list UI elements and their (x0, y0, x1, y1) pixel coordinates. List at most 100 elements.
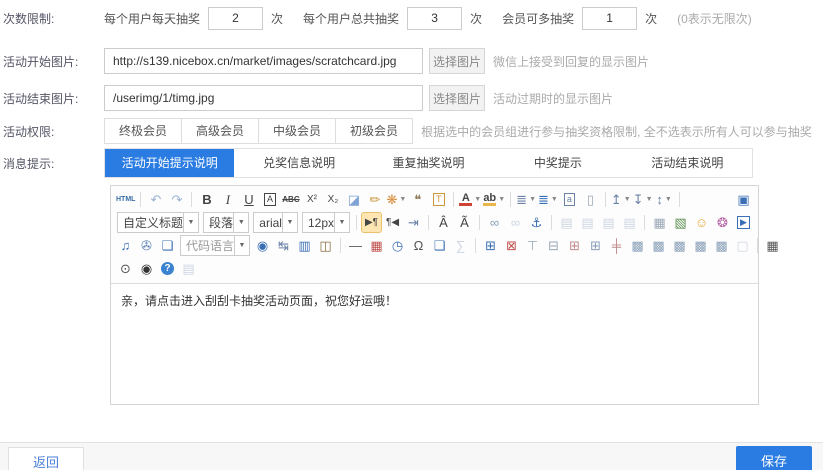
start-image-pick-button[interactable]: 选择图片 (429, 48, 485, 74)
link-icon[interactable]: ∞ (485, 213, 504, 232)
uppercase-icon[interactable]: Â (434, 213, 453, 232)
save-button[interactable]: 保存 (736, 446, 812, 470)
paragraph-select-value: 段落 (204, 214, 233, 231)
start-image-input[interactable] (104, 48, 423, 74)
dir-ltr-icon[interactable]: ▶¶ (362, 213, 381, 232)
heading-select[interactable]: 自定义标题▼ (117, 212, 199, 233)
message-tab-3[interactable]: 中奖提示 (493, 149, 622, 177)
split-cells-icon[interactable]: ╪ (607, 236, 626, 255)
back-button[interactable]: 返回 (8, 447, 84, 470)
chevron-down-icon[interactable]: ▼ (234, 236, 249, 255)
merge-cells-icon[interactable]: ⊟ (544, 236, 563, 255)
highlight-color-icon[interactable]: ab▼ (483, 190, 505, 209)
chevron-down-icon[interactable]: ▼ (233, 213, 248, 232)
member-extra-input[interactable] (582, 7, 637, 30)
new-doc-icon[interactable]: ▯ (581, 190, 600, 209)
italic-icon[interactable]: I (218, 190, 237, 209)
code-language-select-value: 代码语言 (181, 237, 234, 254)
web-app-icon[interactable]: ❑ (430, 236, 449, 255)
editor-content[interactable]: 亲，请点击进入刮刮卡抽奖活动页面，祝您好运哦！ (111, 284, 758, 404)
toolbar-separator (551, 215, 552, 230)
chevron-down-icon[interactable]: ▼ (334, 213, 349, 232)
paragraph-select[interactable]: 段落▼ (203, 212, 249, 233)
auto-typeset-icon[interactable]: ❋▼ (386, 190, 406, 209)
total-input[interactable] (407, 7, 462, 30)
underline-icon[interactable]: U (239, 190, 258, 209)
font-family-select[interactable]: arial▼ (253, 212, 298, 233)
strikethrough-icon[interactable]: ABC (281, 190, 300, 209)
table-props-icon[interactable]: ▩ (712, 236, 731, 255)
bold-icon[interactable]: B (197, 190, 216, 209)
message-tab-2[interactable]: 重复抽奖说明 (364, 149, 493, 177)
unordered-list-icon[interactable]: ≣▼ (538, 190, 558, 209)
snapshot-icon[interactable]: ◫ (316, 236, 335, 255)
print-icon[interactable]: ▦ (763, 236, 782, 255)
member-option-3[interactable]: 初级会员 (336, 119, 412, 143)
paragraph-before-icon[interactable]: ↥▼ (611, 190, 631, 209)
insert-row-icon[interactable]: ⊞ (565, 236, 584, 255)
merge-down-icon[interactable]: ▩ (649, 236, 668, 255)
format-brush-icon[interactable]: ✏ (365, 190, 384, 209)
chevron-down-icon[interactable]: ▼ (282, 213, 297, 232)
message-tab-4[interactable]: 活动结束说明 (623, 149, 752, 177)
message-tab-0[interactable]: 活动开始提示说明 (105, 149, 234, 177)
attachment-icon[interactable]: ✇ (137, 236, 156, 255)
fullscreen-icon[interactable]: ▣ (734, 190, 753, 209)
message-tab-1[interactable]: 兑奖信息说明 (234, 149, 363, 177)
member-option-1[interactable]: 高级会员 (182, 119, 259, 143)
indent-icon[interactable]: ⇥ (404, 213, 423, 232)
source-code-icon[interactable]: HTML (116, 190, 135, 209)
search-replace-icon[interactable]: ⊙ (116, 259, 135, 278)
time-icon[interactable]: ◷ (388, 236, 407, 255)
end-image-pick-button[interactable]: 选择图片 (429, 85, 485, 111)
code-language-select[interactable]: 代码语言▼ (180, 235, 250, 256)
merge-right-icon[interactable]: ▩ (628, 236, 647, 255)
blockquote-icon[interactable]: ❝ (408, 190, 427, 209)
emoji-icon[interactable]: ☺ (692, 213, 711, 232)
table-header-icon[interactable]: ⊤ (523, 236, 542, 255)
paragraph-after-icon[interactable]: ↧▼ (633, 190, 653, 209)
remove-format-icon[interactable]: ◪ (344, 190, 363, 209)
font-size-select[interactable]: 12px▼ (302, 212, 350, 233)
scrawl-icon[interactable]: ❂ (713, 213, 732, 232)
delete-table-icon[interactable]: ⊠ (502, 236, 521, 255)
anchor-ref-icon[interactable]: a (560, 190, 579, 209)
help-icon[interactable]: ? (158, 259, 177, 278)
end-image-input[interactable] (104, 85, 423, 111)
insert-code-icon[interactable]: ❏ (158, 236, 177, 255)
chevron-down-icon[interactable]: ▼ (183, 213, 198, 232)
paste-text-icon[interactable]: T (429, 190, 448, 209)
font-color-icon[interactable]: A▼ (459, 190, 481, 209)
template-icon[interactable]: ▥ (295, 236, 314, 255)
subscript-icon[interactable]: X₂ (323, 190, 342, 209)
music-icon[interactable]: ♫ (116, 236, 135, 255)
superscript-icon[interactable]: X² (302, 190, 321, 209)
redo-icon[interactable]: ↷ (167, 190, 186, 209)
delete-row-icon[interactable]: ▩ (670, 236, 689, 255)
ordered-list-icon[interactable]: ≣▼ (516, 190, 536, 209)
insert-video-icon[interactable]: ▶ (734, 213, 753, 232)
char-border-icon[interactable]: A (260, 190, 279, 209)
align-left-icon: ▤ (557, 213, 576, 232)
delete-col-icon[interactable]: ▩ (691, 236, 710, 255)
special-char-icon[interactable]: Ω (409, 236, 428, 255)
limit-label: 次数限制: (0, 10, 104, 27)
insert-col-icon[interactable]: ⊞ (586, 236, 605, 255)
find-icon[interactable]: ◉ (137, 259, 156, 278)
horizontal-rule-icon[interactable]: — (346, 236, 365, 255)
line-height-icon[interactable]: ↕▼ (655, 190, 674, 209)
lowercase-icon[interactable]: Ã (455, 213, 474, 232)
member-option-2[interactable]: 中级会员 (259, 119, 336, 143)
undo-icon[interactable]: ↶ (146, 190, 165, 209)
font-family-select-value: arial (254, 216, 282, 230)
anchor-icon[interactable]: ⚓ (527, 213, 546, 232)
date-icon[interactable]: ▦ (367, 236, 386, 255)
upload-image-icon[interactable]: ▧ (671, 213, 690, 232)
dir-rtl-icon[interactable]: ¶◀ (383, 213, 402, 232)
per-day-input[interactable] (208, 7, 263, 30)
map-icon[interactable]: ◉ (253, 236, 272, 255)
pagebreak-icon[interactable]: ↹ (274, 236, 293, 255)
member-option-0[interactable]: 终极会员 (105, 119, 182, 143)
insert-table-icon[interactable]: ⊞ (481, 236, 500, 255)
insert-image-icon[interactable]: ▦ (650, 213, 669, 232)
